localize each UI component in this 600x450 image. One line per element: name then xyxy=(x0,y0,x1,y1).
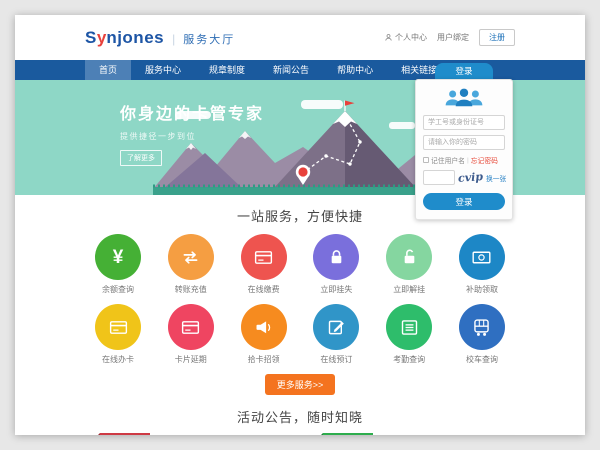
service-item-cancel-loss[interactable]: 立即解挂 xyxy=(381,234,437,295)
refresh-captcha-link[interactable]: 换一张 xyxy=(486,173,506,183)
users-group-icon xyxy=(443,87,485,108)
usage-notice-tab[interactable]: 使用须知 xyxy=(100,433,150,435)
service-label: 卡片延期 xyxy=(163,354,219,365)
service-label: 转账充值 xyxy=(163,284,219,295)
personal-center-link[interactable]: 个人中心 xyxy=(384,32,427,43)
card-icon xyxy=(168,304,214,350)
logo[interactable]: Synjones | 服务大厅 xyxy=(85,28,235,48)
service-label: 在线预订 xyxy=(308,354,364,365)
service-item-attendance[interactable]: 考勤查询 xyxy=(381,304,437,365)
captcha-image[interactable]: cvip xyxy=(458,170,484,185)
service-label: 立即挂失 xyxy=(308,284,364,295)
options-divider: | xyxy=(467,157,469,164)
edit-icon xyxy=(313,304,359,350)
register-button[interactable]: 注册 xyxy=(479,29,515,46)
service-item-report-loss[interactable]: 立即挂失 xyxy=(308,234,364,295)
service-label: 在线缴费 xyxy=(236,284,292,295)
card-icon xyxy=(241,234,287,280)
portal-page: Synjones | 服务大厅 个人中心 用户绑定 注册 首页 服务中心 规章制… xyxy=(15,15,585,435)
nav-item-home[interactable]: 首页 xyxy=(85,60,131,80)
nav-item-service-center[interactable]: 服务中心 xyxy=(131,60,195,80)
service-label: 校车查询 xyxy=(454,354,510,365)
logo-divider: | xyxy=(172,32,175,46)
user-binding-label: 用户绑定 xyxy=(437,32,469,43)
yen-icon: ¥ xyxy=(95,234,141,280)
hero-subtitle: 提供捷径一步到位 xyxy=(120,131,264,142)
login-tab[interactable]: 登录 xyxy=(435,63,493,79)
service-item-balance[interactable]: ¥ 余额查询 xyxy=(90,234,146,295)
nav-item-help[interactable]: 帮助中心 xyxy=(323,60,387,80)
username-input[interactable] xyxy=(423,115,505,130)
announcements-title: 活动公告，随时知晓 xyxy=(15,407,585,426)
service-item-school-bus[interactable]: 校车查询 xyxy=(454,304,510,365)
logo-accent: y xyxy=(97,28,106,48)
logo-text: S xyxy=(85,28,97,48)
service-item-apply-card[interactable]: 在线办卡 xyxy=(90,304,146,365)
service-item-lost-found[interactable]: 拾卡招领 xyxy=(236,304,292,365)
portal-name: 服务大厅 xyxy=(183,31,235,47)
more-services-button[interactable]: 更多服务>> xyxy=(265,374,336,395)
service-item-transfer[interactable]: 转账充值 xyxy=(163,234,219,295)
nav-item-rules[interactable]: 规章制度 xyxy=(195,60,259,80)
service-item-online-payment[interactable]: 在线缴费 xyxy=(236,234,292,295)
service-item-online-booking[interactable]: 在线预订 xyxy=(308,304,364,365)
service-label: 余额查询 xyxy=(90,284,146,295)
login-panel: 登录 记住用户名 | 忘记密码 cvip xyxy=(415,63,513,220)
service-label: 拾卡招领 xyxy=(236,354,292,365)
hero-cta-button[interactable]: 了解更多 xyxy=(120,150,162,166)
unlock-icon xyxy=(386,234,432,280)
lock-icon xyxy=(313,234,359,280)
hero-title: 你身边的卡管专家 xyxy=(120,100,264,124)
service-label: 立即解挂 xyxy=(381,284,437,295)
forgot-password-link[interactable]: 忘记密码 xyxy=(471,155,498,165)
card-icon xyxy=(95,304,141,350)
service-label: 在线办卡 xyxy=(90,354,146,365)
password-input[interactable] xyxy=(423,135,505,150)
banknote-icon xyxy=(459,234,505,280)
login-button[interactable]: 登录 xyxy=(423,193,505,210)
user-binding-link[interactable]: 用户绑定 xyxy=(437,32,469,43)
person-icon xyxy=(384,33,393,42)
usage-guide-tab[interactable]: 使用指南 xyxy=(323,433,373,435)
services-section: 一站服务，方便快捷 ¥ 余额查询 转账充值 在线缴费 xyxy=(15,195,585,395)
megaphone-icon xyxy=(241,304,287,350)
top-bar: Synjones | 服务大厅 个人中心 用户绑定 注册 xyxy=(15,15,585,60)
service-item-subsidy[interactable]: 补助领取 xyxy=(454,234,510,295)
captcha-input[interactable] xyxy=(423,170,455,185)
remember-label: 记住用户名 xyxy=(431,155,465,165)
service-label: 考勤查询 xyxy=(381,354,437,365)
personal-center-label: 个人中心 xyxy=(395,32,427,43)
remember-checkbox[interactable] xyxy=(423,157,429,163)
list-icon xyxy=(386,304,432,350)
service-label: 补助领取 xyxy=(454,284,510,295)
service-item-card-extension[interactable]: 卡片延期 xyxy=(163,304,219,365)
nav-item-news[interactable]: 新闻公告 xyxy=(259,60,323,80)
transfer-icon xyxy=(168,234,214,280)
announcements-section: 活动公告，随时知晓 使用须知 最新公告 更多>> 使用指南 更多>> xyxy=(15,407,585,435)
bus-icon xyxy=(459,304,505,350)
logo-text-2: njones xyxy=(106,28,164,48)
